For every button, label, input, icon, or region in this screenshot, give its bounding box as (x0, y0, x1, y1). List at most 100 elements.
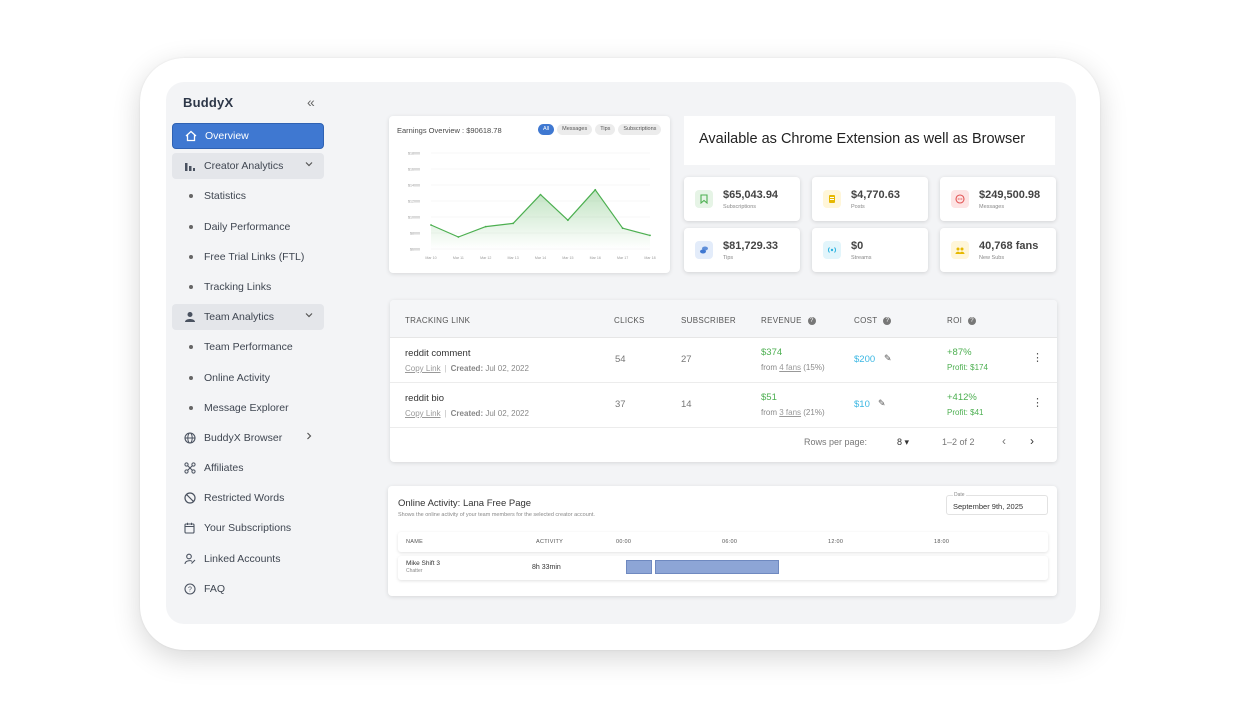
date-picker[interactable]: Date September 9th, 2025 (946, 492, 1048, 515)
sidebar-item-restricted-words[interactable]: Restricted Words (172, 485, 324, 511)
help-icon[interactable]: ? (883, 316, 892, 325)
created-label: Created: (450, 364, 484, 373)
data-point[interactable] (430, 224, 432, 226)
subscriber-value: 14 (681, 399, 692, 410)
more-options-icon[interactable]: ⋮ (1032, 351, 1043, 364)
help-icon: ? (183, 582, 197, 596)
online-activity-title: Online Activity: Lana Free Page (398, 498, 532, 509)
data-point[interactable] (539, 193, 542, 196)
x-tick-label: Mar 12 (480, 256, 491, 260)
copy-link[interactable]: Copy Link (405, 364, 441, 373)
help-icon[interactable]: ? (807, 316, 816, 325)
created-date: Jul 02, 2022 (485, 409, 529, 418)
sidebar-item-label: Restricted Words (204, 492, 285, 505)
sidebar-item-tracking-links[interactable]: Tracking Links (172, 274, 324, 300)
table-row[interactable]: reddit bio Copy Link | Created: Jul 02, 202… (390, 383, 1057, 428)
data-point[interactable] (621, 227, 624, 230)
member-role: Chatter (406, 568, 423, 574)
more-options-icon[interactable]: ⋮ (1032, 396, 1043, 409)
stat-card-streams[interactable]: $0 Streams (812, 228, 928, 272)
x-tick-label: Mar 14 (535, 256, 546, 260)
stat-value: $249,500.98 (979, 189, 1041, 201)
data-point[interactable] (566, 219, 569, 222)
sidebar-item-daily-performance[interactable]: Daily Performance (172, 214, 324, 240)
col-clicks[interactable]: CLICKS (614, 316, 645, 325)
sidebar-item-faq[interactable]: ? FAQ (172, 576, 324, 602)
col-cost[interactable]: COST? (854, 316, 892, 325)
stat-card-posts[interactable]: $4,770.63 Posts (812, 177, 928, 221)
fans-icon (951, 241, 969, 259)
rows-per-page-label: Rows per page: (804, 437, 868, 447)
col-activity: ACTIVITY (536, 539, 564, 545)
next-page-icon[interactable]: › (1030, 434, 1034, 448)
stat-label: Streams (851, 255, 872, 261)
y-tick-label: $14000 (408, 184, 420, 188)
table-row[interactable]: reddit comment Copy Link | Created: Jul 02,… (390, 338, 1057, 383)
help-icon[interactable]: ? (968, 316, 977, 325)
copy-link[interactable]: Copy Link (405, 409, 441, 418)
sidebar-item-your-subscriptions[interactable]: Your Subscriptions (172, 515, 324, 541)
stat-card-subscriptions[interactable]: $65,043.94 Subscriptions (684, 177, 800, 221)
stat-value: $4,770.63 (851, 189, 900, 201)
data-point[interactable] (484, 225, 487, 228)
sidebar-item-team-performance[interactable]: Team Performance (172, 334, 324, 360)
brand-logo: BuddyX (183, 95, 234, 110)
calendar-icon (183, 521, 197, 535)
link-name: reddit comment (405, 348, 471, 359)
bullet-icon (189, 284, 193, 289)
sidebar-item-message-explorer[interactable]: Message Explorer (172, 395, 324, 421)
stat-card-tips[interactable]: $81,729.33 Tips (684, 228, 800, 272)
pagination-range: 1–2 of 2 (942, 437, 975, 447)
broadcast-icon (823, 241, 841, 259)
data-point[interactable] (594, 188, 597, 191)
fans-link[interactable]: 4 fans (779, 363, 801, 372)
fans-link[interactable]: 3 fans (779, 408, 801, 417)
roi-value: +87% (947, 347, 972, 358)
stat-card-messages[interactable]: $249,500.98 Messages (940, 177, 1056, 221)
profit-detail: Profit: $41 (947, 408, 984, 417)
created-label: Created: (450, 409, 484, 418)
time-06: 06:00 (722, 539, 738, 545)
clicks-value: 37 (615, 399, 626, 410)
x-tick-label: Mar 16 (590, 256, 601, 260)
sidebar-item-linked-accounts[interactable]: Linked Accounts (172, 546, 324, 572)
subscriber-value: 27 (681, 354, 692, 365)
sidebar-item-creator-analytics[interactable]: Creator Analytics (172, 153, 324, 180)
earnings-overview-card: Earnings Overview : $90618.78 All Message… (389, 116, 670, 273)
sidebar-item-statistics[interactable]: Statistics (172, 183, 324, 209)
data-point[interactable] (457, 236, 460, 238)
sidebar-item-team-analytics[interactable]: Team Analytics (172, 304, 324, 331)
activity-bar[interactable] (626, 560, 652, 574)
sidebar-item-label: Your Subscriptions (204, 522, 292, 535)
edit-cost-icon[interactable]: ✎ (884, 353, 892, 364)
x-tick-label: Mar 15 (562, 256, 573, 260)
bullet-icon (189, 345, 193, 350)
stat-card-new-subs[interactable]: 40,768 fans New Subs (940, 228, 1056, 272)
sidebar-item-affiliates[interactable]: Affiliates (172, 455, 324, 481)
x-tick-label: Mar 18 (644, 256, 655, 260)
data-point[interactable] (512, 222, 515, 225)
rows-per-page-select[interactable]: 8 ▾ (897, 437, 909, 448)
caret-down-icon: ▾ (904, 437, 910, 447)
col-roi[interactable]: ROI? (947, 316, 977, 325)
sidebar-item-overview[interactable]: Overview (172, 123, 324, 149)
sidebar-item-buddyx-browser[interactable]: BuddyX Browser (172, 425, 324, 451)
revenue-value: $51 (761, 392, 777, 403)
cost-value: $10 (854, 399, 870, 410)
collapse-sidebar-icon[interactable]: « (307, 94, 315, 110)
sidebar-item-free-trial-links-ftl[interactable]: Free Trial Links (FTL) (172, 244, 324, 270)
sidebar-item-online-activity[interactable]: Online Activity (172, 365, 324, 391)
activity-bar[interactable] (655, 560, 779, 574)
prev-page-icon[interactable]: ‹ (1002, 434, 1006, 448)
col-subscriber[interactable]: SUBSCRIBER (681, 316, 736, 325)
stat-value: 40,768 fans (979, 240, 1039, 252)
sidebar-item-label: Statistics (204, 190, 247, 203)
bullet-icon (189, 375, 193, 380)
data-point[interactable] (649, 234, 651, 237)
bullet-icon (189, 405, 193, 410)
col-tracking-link[interactable]: TRACKING LINK (405, 316, 470, 325)
bullet-icon (189, 194, 193, 199)
activity-row[interactable]: Mike Shift 3 Chatter 8h 33min (398, 556, 1048, 580)
col-revenue[interactable]: REVENUE? (761, 316, 816, 325)
edit-cost-icon[interactable]: ✎ (878, 398, 886, 409)
